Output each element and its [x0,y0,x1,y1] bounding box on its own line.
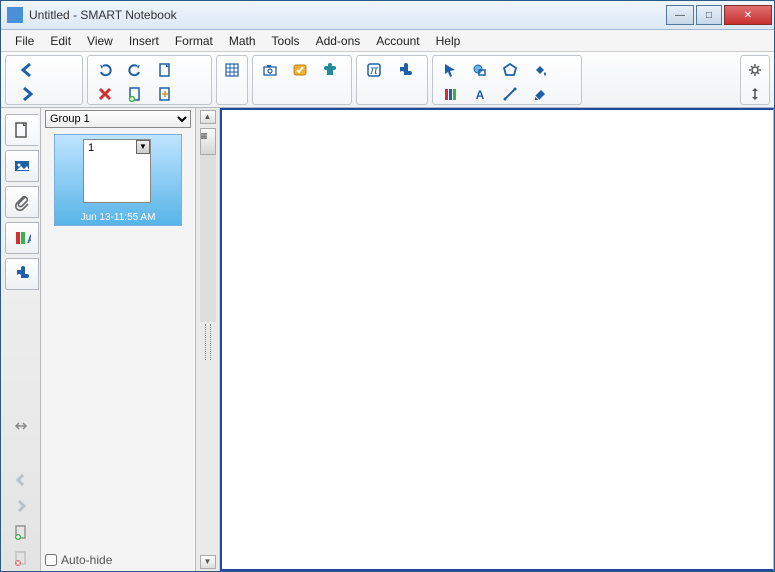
maximize-button[interactable]: □ [696,5,722,25]
next-page-side-button[interactable] [1,493,40,519]
open-file-button[interactable] [151,83,179,105]
svg-text:A: A [476,88,485,102]
shape-tool-button[interactable] [466,59,494,81]
tab-attachments[interactable] [5,186,39,218]
side-tabs: A [1,108,41,571]
menu-account[interactable]: Account [368,32,427,50]
menu-help[interactable]: Help [428,32,469,50]
prev-page-side-button[interactable] [1,467,40,493]
add-page-button[interactable] [121,83,149,105]
titlebar: Untitled - SMART Notebook — □ ✕ [1,1,774,30]
line-tool-button[interactable] [496,83,524,105]
scroll-up-button[interactable]: ▲ [200,110,216,124]
redo-button[interactable] [121,59,149,81]
pens-tool-button[interactable] [436,83,464,105]
tab-gallery[interactable] [5,150,39,182]
expand-panel-button[interactable] [1,413,40,439]
page-sorter-panel: Group 1 1 ▼ Jun 13-11:55 AM Auto-hide [41,108,196,571]
menubar: File Edit View Insert Format Math Tools … [1,30,774,52]
next-page-button[interactable] [9,83,45,105]
fill-tool-button[interactable] [526,59,554,81]
menu-insert[interactable]: Insert [121,32,167,50]
minimize-button[interactable]: — [666,5,694,25]
app-icon [7,7,23,23]
menu-file[interactable]: File [7,32,42,50]
scroll-track[interactable]: ≡ [200,128,216,322]
menu-addons[interactable]: Add-ons [308,32,369,50]
menu-format[interactable]: Format [167,32,221,50]
autohide-checkbox[interactable]: Auto-hide [41,549,195,571]
tab-addons[interactable] [5,258,39,290]
group-select[interactable]: Group 1 [45,110,191,128]
menu-view[interactable]: View [79,32,121,50]
prev-page-button[interactable] [9,59,45,81]
scroll-down-button[interactable]: ▼ [200,555,216,569]
toolbar: π A [1,52,774,108]
add-page-side-button[interactable] [1,519,40,545]
select-tool-button[interactable] [436,59,464,81]
delete-button[interactable] [91,83,119,105]
tab-page-sorter[interactable] [5,114,39,146]
math-button[interactable]: π [360,59,388,81]
svg-text:A: A [27,232,31,246]
thumbnail-menu-button[interactable]: ▼ [136,140,150,154]
window-title: Untitled - SMART Notebook [29,8,177,22]
menu-math[interactable]: Math [221,32,264,50]
autohide-input[interactable] [45,554,57,566]
thumbnail-timestamp: Jun 13-11:55 AM [55,212,181,223]
response-button[interactable] [286,59,314,81]
autohide-label: Auto-hide [61,553,112,567]
vertical-scrollbar[interactable]: ▲ ≡ ▼ [196,108,220,571]
svg-text:π: π [370,63,379,77]
undo-button[interactable] [91,59,119,81]
new-file-button[interactable] [151,59,179,81]
scroll-thumb[interactable]: ≡ [200,128,216,155]
settings-button[interactable] [744,59,766,81]
splitter-handle[interactable] [205,324,211,360]
activity-button[interactable] [316,59,344,81]
menu-edit[interactable]: Edit [42,32,79,50]
doc-camera-button[interactable] [256,59,284,81]
table-button[interactable] [220,59,244,81]
polygon-tool-button[interactable] [496,59,524,81]
move-toolbar-button[interactable] [744,83,766,105]
tab-properties[interactable]: A [5,222,39,254]
delete-page-side-button[interactable] [1,545,40,571]
page-thumbnail[interactable]: 1 ▼ Jun 13-11:55 AM [54,134,182,226]
addon-button[interactable] [390,59,418,81]
close-button[interactable]: ✕ [724,5,772,25]
eraser-tool-button[interactable] [526,83,554,105]
menu-tools[interactable]: Tools [264,32,308,50]
page-number-label: 1 [88,142,94,154]
text-tool-button[interactable]: A [466,83,494,105]
canvas[interactable] [220,108,774,571]
